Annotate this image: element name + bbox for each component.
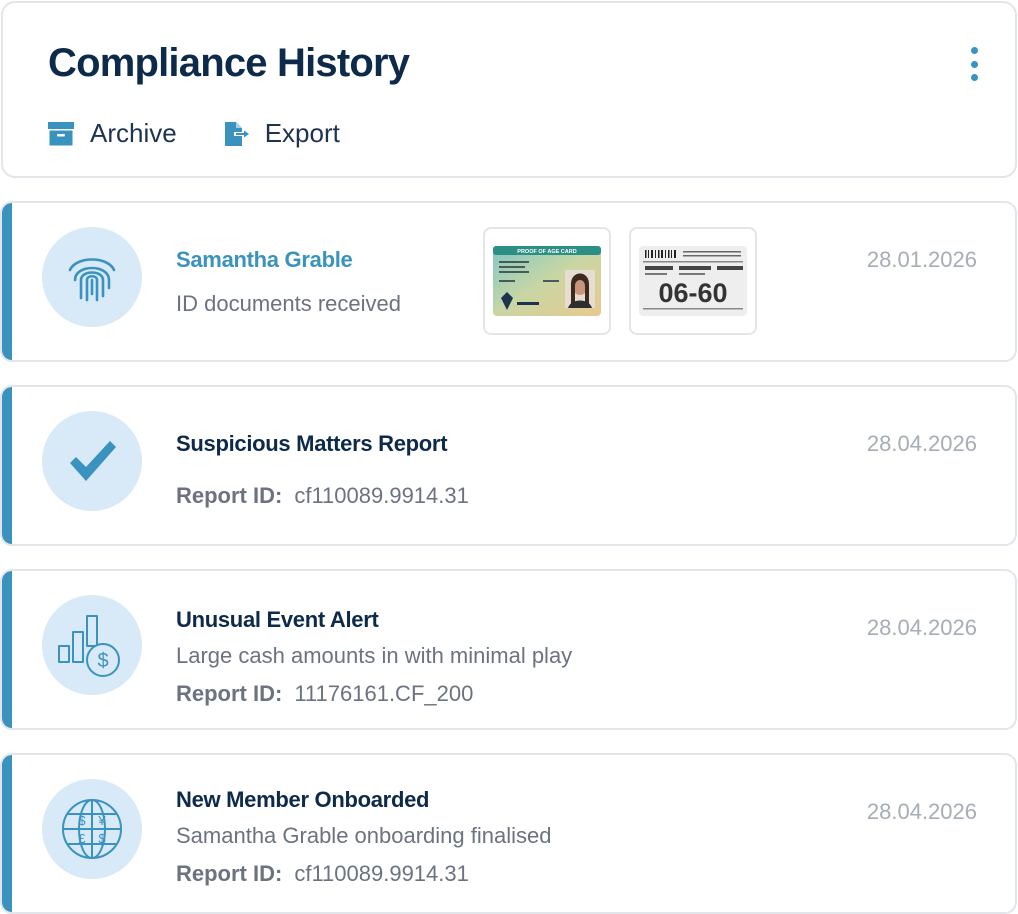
- accent-bar: [2, 203, 12, 360]
- accent-bar: [2, 571, 12, 728]
- svg-text:$: $: [78, 813, 86, 828]
- archive-icon: [48, 121, 74, 146]
- accent-bar: [2, 755, 12, 912]
- report-id-label: Report ID:: [176, 861, 283, 886]
- export-icon: [223, 121, 249, 147]
- report-id-value: 11176161.CF_200: [294, 681, 474, 706]
- export-button[interactable]: Export: [223, 118, 340, 149]
- proof-of-age-card-thumbnail[interactable]: PROOF OF AGE CARD: [483, 227, 611, 335]
- header-actions: Archive Export: [48, 118, 386, 149]
- report-id-label: Report ID:: [176, 483, 283, 508]
- item-date: 28.04.2026: [866, 615, 977, 640]
- report-id-line: Report ID: 11176161.CF_200: [176, 681, 473, 707]
- report-id-value: cf110089.9914.31: [294, 861, 469, 886]
- item-title: New Member Onboarded: [176, 787, 430, 812]
- svg-text:¥: ¥: [97, 813, 106, 828]
- history-item-new-member[interactable]: $ ¥ £ $ New Member Onboarded Samantha Gr…: [0, 753, 1017, 914]
- export-label: Export: [264, 118, 340, 148]
- page-title: Compliance History: [48, 41, 410, 85]
- archive-button[interactable]: Archive: [48, 118, 177, 149]
- history-item-unusual-event[interactable]: $ Unusual Event Alert Large cash amounts…: [0, 569, 1017, 730]
- id-card-back-thumbnail[interactable]: 06-60: [629, 227, 757, 335]
- item-date: 28.01.2026: [866, 247, 977, 272]
- kebab-menu-icon[interactable]: [969, 47, 979, 81]
- chart-dollar-icon: $: [42, 595, 142, 695]
- history-item-id-documents[interactable]: Samantha Grable ID documents received PR…: [0, 201, 1017, 362]
- report-id-label: Report ID:: [176, 681, 283, 706]
- item-subtitle: Large cash amounts in with minimal play: [176, 643, 573, 668]
- checkmark-icon: [42, 411, 142, 511]
- member-name-link[interactable]: Samantha Grable: [176, 247, 353, 273]
- item-subtitle: ID documents received: [176, 291, 401, 316]
- report-id-value: cf110089.9914.31: [294, 483, 469, 508]
- item-subtitle: Samantha Grable onboarding finalised: [176, 823, 552, 848]
- report-id-line: Report ID: cf110089.9914.31: [176, 861, 469, 887]
- svg-text:$: $: [97, 650, 108, 672]
- card-back-number: 06-60: [658, 278, 727, 308]
- globe-currency-icon: $ ¥ £ $: [42, 779, 142, 879]
- svg-text:£: £: [78, 831, 86, 846]
- item-title: Suspicious Matters Report: [176, 431, 448, 456]
- history-item-suspicious-matters[interactable]: Suspicious Matters Report Report ID: cf11…: [0, 385, 1017, 546]
- item-date: 28.04.2026: [866, 799, 977, 824]
- item-date: 28.04.2026: [866, 431, 977, 456]
- item-title: Unusual Event Alert: [176, 607, 379, 632]
- report-id-line: Report ID: cf110089.9914.31: [176, 483, 469, 509]
- compliance-header: Compliance History Archive Export: [1, 1, 1017, 178]
- svg-text:$: $: [98, 831, 106, 846]
- card-header-text: PROOF OF AGE CARD: [517, 249, 576, 255]
- accent-bar: [2, 387, 12, 544]
- archive-label: Archive: [90, 118, 177, 148]
- fingerprint-icon: [42, 227, 142, 327]
